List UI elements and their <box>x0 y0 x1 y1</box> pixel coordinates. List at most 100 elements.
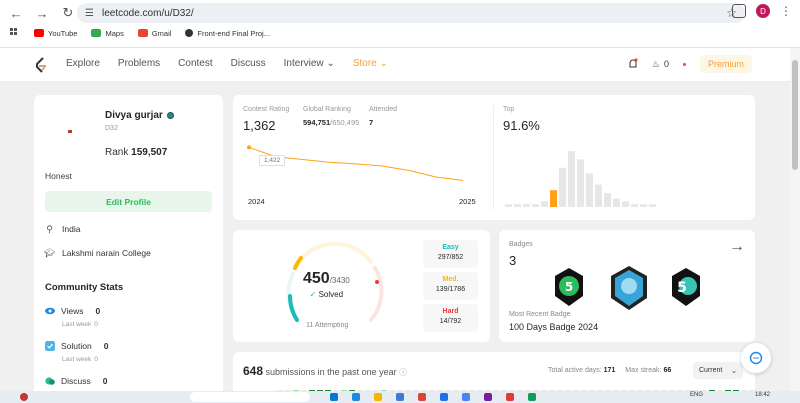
edit-profile-button[interactable]: Edit Profile <box>45 191 212 212</box>
rating-histogram[interactable] <box>505 147 745 209</box>
taskbar-app-icon[interactable] <box>506 393 514 401</box>
nav-problems[interactable]: Problems <box>118 58 160 69</box>
bookmark-youtube[interactable]: YouTube <box>34 29 77 38</box>
taskbar-app-icon[interactable] <box>528 393 536 401</box>
nav-explore[interactable]: Explore <box>66 58 100 69</box>
difficulty-easy[interactable]: Easy 297/852 <box>423 240 478 268</box>
taskbar-language[interactable]: ENG <box>690 392 703 398</box>
profile-rank: Rank 159,507 <box>105 147 168 158</box>
discuss-icon <box>45 377 55 385</box>
stat-solution: Solution 0 <box>45 341 108 351</box>
nav-links: Explore Problems Contest Discuss Intervi… <box>66 58 388 69</box>
histogram-bar <box>514 204 521 207</box>
os-taskbar: ENG 18:42 <box>0 391 800 403</box>
contest-rating-card: Contest Rating 1,362 Global Ranking 594,… <box>233 95 755 220</box>
taskbar-app-icon[interactable] <box>352 393 360 401</box>
back-icon[interactable]: ← <box>6 4 26 22</box>
premium-button[interactable]: Premium <box>699 55 752 73</box>
attempting-count: 11 Attempting <box>306 322 349 329</box>
page-scrollbar[interactable] <box>790 48 800 391</box>
solved-label: ✓ Solved <box>309 290 344 299</box>
avatar-image <box>68 129 72 133</box>
svg-text:5: 5 <box>677 280 687 296</box>
histogram-bar <box>505 204 512 207</box>
avatar[interactable] <box>46 107 94 155</box>
extensions-icon[interactable] <box>732 4 746 18</box>
chat-button[interactable] <box>741 343 771 373</box>
difficulty-hard[interactable]: Hard 14/792 <box>423 304 478 332</box>
scrollbar-thumb[interactable] <box>792 60 798 170</box>
bookmark-gmail[interactable]: Gmail <box>137 29 171 38</box>
histogram-bar <box>631 204 638 207</box>
taskbar-app-icon[interactable] <box>440 393 448 401</box>
fire-icon: ♨ <box>651 58 660 69</box>
leetcode-navbar: Explore Problems Contest Discuss Intervi… <box>0 48 790 82</box>
rating-line-chart[interactable] <box>241 139 491 199</box>
taskbar-app-icon[interactable] <box>330 393 338 401</box>
nav-interview[interactable]: Interview ⌄ <box>284 58 335 69</box>
maps-icon <box>91 29 102 37</box>
checkbox-icon <box>45 341 55 351</box>
profile-username: D32 <box>105 125 118 132</box>
taskbar-app-icon[interactable] <box>418 393 426 401</box>
badge-50-days-icon[interactable]: 5 <box>555 268 583 306</box>
reload-icon[interactable]: ↻ <box>58 4 78 22</box>
apps-icon[interactable] <box>10 28 20 38</box>
taskbar-search[interactable] <box>190 392 310 402</box>
profile-name: Divya gurjar <box>105 110 174 121</box>
forward-icon[interactable]: → <box>32 4 52 22</box>
stat-solution-lastweek: Last week 0 <box>62 356 98 363</box>
bookmark-frontend[interactable]: Front-end Final Proj... <box>185 29 270 38</box>
attended-label: Attended <box>369 106 398 113</box>
taskbar-chrome-icon[interactable] <box>462 393 470 401</box>
histogram-bar <box>559 167 566 207</box>
info-icon[interactable]: ⓘ <box>399 368 407 377</box>
chat-bubble-icon <box>749 351 763 365</box>
badges-label: Badges <box>509 241 533 248</box>
streak-counter[interactable]: ♨ 0 <box>652 59 669 70</box>
taskbar-folder-icon[interactable] <box>374 393 382 401</box>
github-icon <box>185 29 194 37</box>
profile-school: 🎓︎ Lakshmi narain College <box>43 247 151 259</box>
ring-hard-fill <box>375 280 379 284</box>
chart-year-start: 2024 <box>248 197 265 206</box>
arrow-right-icon[interactable]: → <box>729 238 745 256</box>
contest-rating-label: Contest Rating <box>243 106 290 113</box>
difficulty-medium[interactable]: Med. 139/1786 <box>423 272 478 300</box>
browser-nav: ← → ↻ <box>6 4 78 22</box>
menu-icon[interactable]: ⋮ <box>780 4 792 18</box>
histogram-bar <box>604 193 611 207</box>
histogram-bar <box>550 190 557 207</box>
submissions-year-select[interactable]: Current ⌄ <box>693 362 743 379</box>
community-stats-title: Community Stats <box>45 282 124 293</box>
nav-store[interactable]: Store ⌄ <box>353 58 388 69</box>
site-info-icon[interactable]: ☰ <box>85 8 94 19</box>
leetcode-logo-icon[interactable] <box>34 57 48 73</box>
badges-card: Badges 3 → 5 5 Most Recent Badge 100 Day… <box>499 230 755 342</box>
badge-100-days-icon[interactable] <box>611 266 647 310</box>
histogram-bar <box>622 201 629 207</box>
solved-problems-card: 450/3430 ✓ Solved 11 Attempting Easy 297… <box>233 230 490 342</box>
badge-list: 5 5 <box>555 266 700 310</box>
gmail-icon <box>137 29 148 37</box>
ring-hard-track <box>369 266 384 322</box>
badge-50-days-2024-icon[interactable]: 5 <box>672 268 700 306</box>
taskbar-app-icon[interactable] <box>396 393 404 401</box>
nav-contest[interactable]: Contest <box>178 58 212 69</box>
taskbar-app-icon[interactable] <box>484 393 492 401</box>
solved-count: 450/3430 <box>303 270 350 287</box>
rating-point[interactable] <box>247 145 251 150</box>
submissions-title: 648 submissions in the past one year ⓘ <box>243 364 408 378</box>
address-bar[interactable]: ☰ leetcode.com/u/D32/ ☆ <box>77 3 745 23</box>
chart-year-end: 2025 <box>459 197 476 206</box>
chevron-down-icon: ⌄ <box>326 58 335 69</box>
start-icon[interactable] <box>20 393 28 401</box>
bookmark-maps[interactable]: Maps <box>91 29 124 38</box>
histogram-bar <box>577 159 584 207</box>
stat-views-lastweek: Last week 0 <box>62 321 98 328</box>
taskbar-clock[interactable]: 18:42 <box>755 392 770 398</box>
notification-bell-icon[interactable] <box>628 58 638 70</box>
nav-discuss[interactable]: Discuss <box>231 58 266 69</box>
profile-avatar[interactable]: D <box>756 4 770 18</box>
bookmarks-bar: YouTube Maps Gmail Front-end Final Proj.… <box>10 28 270 38</box>
